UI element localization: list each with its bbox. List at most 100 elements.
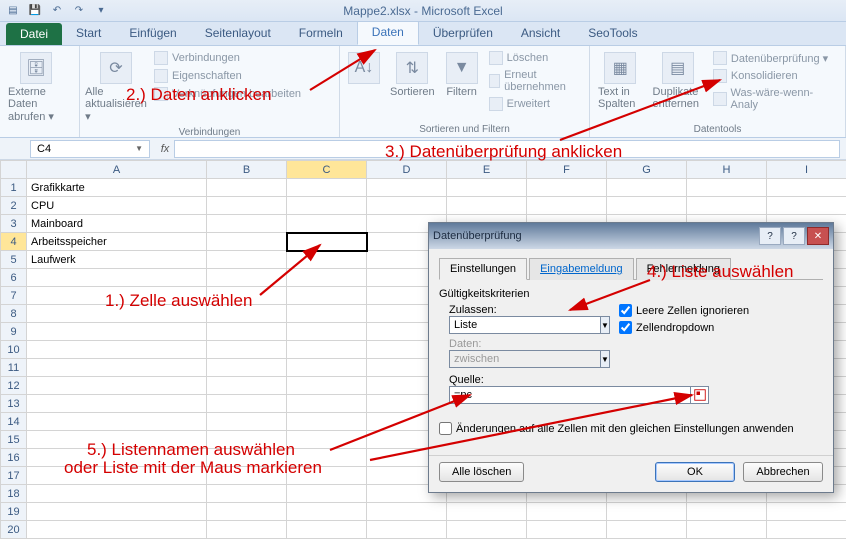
fx-icon[interactable]: fx	[156, 143, 174, 155]
column-headers[interactable]: A B C D E F G H I	[1, 161, 846, 179]
clear-filter-button[interactable]: Löschen	[487, 50, 583, 66]
remove-duplicates-button[interactable]: ▤Duplikate entfernen	[651, 50, 705, 112]
tab-input-message[interactable]: Eingabemeldung	[529, 258, 634, 280]
reapply-button[interactable]: Erneut übernehmen	[487, 68, 583, 94]
dialog-title: Datenüberprüfung	[433, 230, 522, 242]
refresh-icon: ⟳	[100, 52, 132, 84]
reapply-icon	[489, 74, 501, 88]
tab-ueberpruefen[interactable]: Überprüfen	[419, 22, 507, 45]
apply-all-label: Änderungen auf alle Zellen mit den gleic…	[456, 423, 794, 435]
ignore-blank-label: Leere Zellen ignorieren	[636, 305, 749, 317]
advanced-icon	[489, 97, 503, 111]
close-icon[interactable]: ✕	[807, 227, 829, 245]
apply-all-checkbox[interactable]	[439, 422, 452, 435]
window-title: Mappe2.xlsx - Microsoft Excel	[343, 4, 502, 18]
filter-button[interactable]: ▼Filtern	[443, 50, 481, 100]
dropdown-checkbox[interactable]	[619, 321, 632, 334]
data-validation-dialog: Datenüberprüfung ? ? ✕ Einstellungen Ein…	[428, 222, 834, 493]
whatif-button[interactable]: Was-wäre-wenn-Analy	[711, 86, 839, 112]
sort-button[interactable]: ⇅Sortieren	[388, 50, 437, 100]
dropdown-label: Zellendropdown	[636, 322, 714, 334]
select-all-corner[interactable]	[1, 161, 27, 179]
sort-az-button[interactable]: A↓	[346, 50, 382, 86]
col-I[interactable]: I	[767, 161, 846, 179]
cell-A4[interactable]: Arbeitsspeicher	[27, 233, 207, 251]
external-data-button[interactable]: 🗄Externe Daten abrufen ▾	[6, 50, 66, 125]
ribbon-tabs: Datei Start Einfügen Seitenlayout Formel…	[0, 22, 846, 46]
tab-formeln[interactable]: Formeln	[285, 22, 357, 45]
row-2[interactable]: 2CPU	[1, 197, 846, 215]
undo-icon[interactable]: ↶	[48, 2, 66, 20]
col-D[interactable]: D	[367, 161, 447, 179]
chevron-down-icon: ▼	[601, 350, 610, 368]
consolidate-icon	[713, 69, 727, 83]
ignore-blank-checkbox[interactable]	[619, 304, 632, 317]
tab-error-alert[interactable]: Fehlermeldung	[636, 258, 731, 280]
ribbon-group-external: 🗄Externe Daten abrufen ▾	[0, 46, 80, 137]
database-icon: 🗄	[20, 52, 52, 84]
formula-bar-row: C4▼ fx	[0, 138, 846, 160]
text-to-columns-button[interactable]: ▦Text in Spalten	[596, 50, 645, 112]
tab-seotools[interactable]: SeoTools	[574, 22, 651, 45]
chevron-down-icon[interactable]: ▼	[601, 316, 610, 334]
title-bar: ▤ 💾 ↶ ↷ ▾ Mappe2.xlsx - Microsoft Excel	[0, 0, 846, 22]
allow-label: Zulassen:	[449, 304, 497, 316]
cancel-button[interactable]: Abbrechen	[743, 462, 823, 482]
sort-icon: ⇅	[396, 52, 428, 84]
dialog-titlebar[interactable]: Datenüberprüfung ? ? ✕	[429, 223, 833, 249]
col-E[interactable]: E	[447, 161, 527, 179]
formula-bar[interactable]	[174, 140, 840, 158]
consolidate-button[interactable]: Konsolidieren	[711, 68, 839, 84]
ribbon-group-datatools: ▦Text in Spalten ▤Duplikate entfernen Da…	[590, 46, 846, 137]
connections-button[interactable]: Verbindungen	[152, 50, 303, 66]
save-icon[interactable]: 💾	[26, 2, 44, 20]
tab-file[interactable]: Datei	[6, 23, 62, 45]
source-combo[interactable]	[449, 386, 709, 404]
advanced-filter-button[interactable]: Erweitert	[487, 96, 583, 112]
col-H[interactable]: H	[687, 161, 767, 179]
group-label-datatools: Datentools	[596, 122, 839, 135]
external-data-label: Externe Daten abrufen ▾	[8, 86, 64, 123]
whatif-icon	[713, 92, 727, 106]
ok-button[interactable]: OK	[655, 462, 735, 482]
tab-ansicht[interactable]: Ansicht	[507, 22, 574, 45]
qat-more-icon[interactable]: ▾	[92, 2, 110, 20]
data-input	[449, 350, 601, 368]
allow-input[interactable]	[449, 316, 601, 334]
col-G[interactable]: G	[607, 161, 687, 179]
tab-start[interactable]: Start	[62, 22, 115, 45]
edit-links-button[interactable]: Verknüpfungen bearbeiten	[152, 86, 303, 102]
cell-A1[interactable]: Grafikkarte	[27, 179, 207, 197]
col-C[interactable]: C	[287, 161, 367, 179]
name-box[interactable]: C4▼	[30, 140, 150, 158]
data-validation-button[interactable]: Datenüberprüfung ▾	[711, 50, 839, 66]
tab-seitenlayout[interactable]: Seitenlayout	[191, 22, 285, 45]
properties-icon	[154, 69, 168, 83]
col-F[interactable]: F	[527, 161, 607, 179]
tab-daten[interactable]: Daten	[357, 20, 419, 45]
cell-C4[interactable]	[287, 233, 367, 251]
col-B[interactable]: B	[207, 161, 287, 179]
source-input[interactable]	[449, 386, 691, 404]
filter-icon: ▼	[446, 52, 478, 84]
source-label: Quelle:	[449, 374, 484, 386]
refresh-all-button[interactable]: ⟳Alle aktualisieren ▾	[86, 50, 146, 125]
properties-button[interactable]: Eigenschaften	[152, 68, 303, 84]
chevron-down-icon[interactable]: ▼	[135, 144, 143, 153]
cell-A5[interactable]: Laufwerk	[27, 251, 207, 269]
tab-einfuegen[interactable]: Einfügen	[115, 22, 190, 45]
allow-combo[interactable]: ▼	[449, 316, 609, 334]
clear-all-button[interactable]: Alle löschen	[439, 462, 524, 482]
cell-A3[interactable]: Mainboard	[27, 215, 207, 233]
dialog-help-icon[interactable]: ?	[759, 227, 781, 245]
cell-A2[interactable]: CPU	[27, 197, 207, 215]
dialog-help2-icon[interactable]: ?	[783, 227, 805, 245]
row-1[interactable]: 1Grafikkarte	[1, 179, 846, 197]
range-picker-icon[interactable]	[691, 386, 709, 404]
excel-icon: ▤	[4, 2, 22, 20]
clear-icon	[489, 51, 503, 65]
tab-settings[interactable]: Einstellungen	[439, 258, 527, 280]
redo-icon[interactable]: ↷	[70, 2, 88, 20]
criteria-label: Gültigkeitskriterien	[439, 288, 823, 300]
col-A[interactable]: A	[27, 161, 207, 179]
